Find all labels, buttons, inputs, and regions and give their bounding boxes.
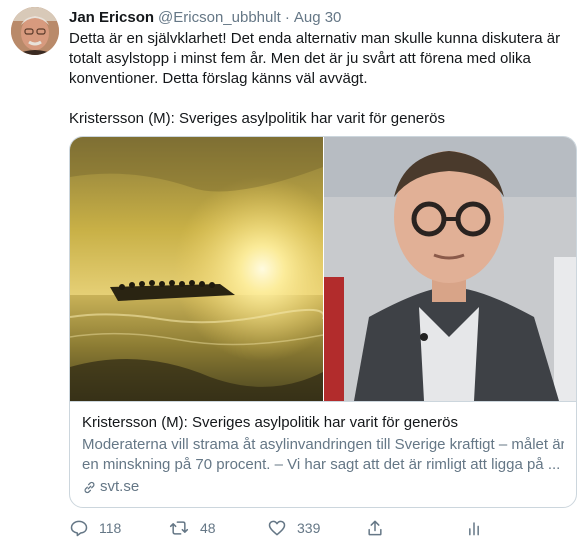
like-count: 339 (297, 520, 321, 536)
card-domain-text: svt.se (100, 478, 140, 495)
tweet-timestamp[interactable]: Aug 30 (294, 9, 342, 26)
link-preview-card[interactable]: Kristersson (M): Sveriges asylpolitik ha… (69, 136, 577, 508)
display-name[interactable]: Jan Ericson (69, 9, 154, 26)
share-button[interactable] (365, 516, 385, 540)
retweet-count: 48 (200, 520, 216, 536)
analytics-icon (469, 522, 479, 536)
share-icon (368, 520, 382, 536)
like-button[interactable]: 339 (267, 516, 320, 540)
card-info[interactable]: Kristersson (M): Sveriges asylpolitik ha… (70, 401, 576, 507)
tweet-text-line: totalt asylstopp i minst fem år. Men det… (69, 50, 531, 67)
separator-dot: · (284, 9, 290, 26)
analytics-button[interactable] (464, 516, 484, 540)
user-handle[interactable]: @Ericson_ubbhult (158, 9, 281, 26)
card-images[interactable] (70, 137, 576, 401)
reply-icon (70, 520, 88, 537)
avatar[interactable] (11, 7, 59, 55)
link-icon (84, 481, 95, 493)
tweet-actions: 118 48 339 (69, 516, 489, 540)
retweet-button[interactable]: 48 (168, 516, 216, 540)
tweet-text: Detta är en självklarhet! Det enda alter… (69, 29, 574, 129)
man-with-glasses-image (323, 137, 576, 401)
retweet-icon (169, 521, 189, 535)
card-description: Moderaterna vill strama åt asylinvandrin… (82, 435, 564, 475)
like-icon (268, 520, 286, 536)
tweet-link-headline: Kristersson (M): Sveriges asylpolitik ha… (69, 110, 445, 127)
card-description-line: en minskning på 70 procent. – Vi har sag… (82, 456, 561, 473)
tweet-header: Jan Ericson @Ericson_ubbhult · Aug 30 (69, 8, 341, 28)
boat-at-sunset-image (70, 137, 323, 401)
tweet-text-line: konventioner. Detta förslag känns väl av… (69, 70, 368, 87)
card-title: Kristersson (M): Sveriges asylpolitik ha… (82, 414, 458, 431)
tweet[interactable]: Jan Ericson @Ericson_ubbhult · Aug 30 Detta… (0, 0, 588, 550)
tweet-text-line: Detta är en självklarhet! Det enda alter… (69, 30, 561, 47)
reply-count: 118 (99, 520, 122, 536)
card-description-line: Moderaterna vill strama åt asylinvandrin… (82, 436, 564, 453)
card-domain: svt.se (82, 477, 564, 497)
reply-button[interactable]: 118 (69, 516, 121, 540)
